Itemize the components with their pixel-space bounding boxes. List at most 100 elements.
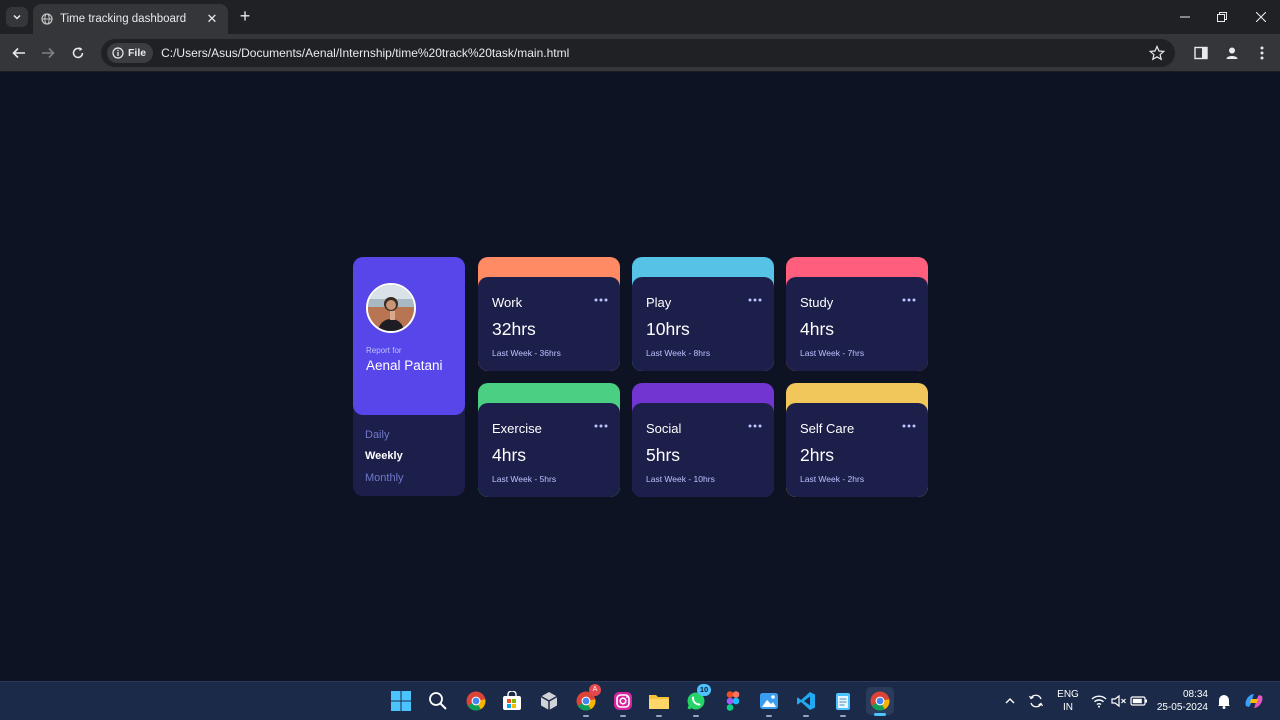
more-horizontal-icon[interactable] — [594, 298, 608, 302]
wifi-status[interactable] — [1088, 690, 1110, 712]
activity-card-study: Study 4hrs Last Week - 7hrs — [786, 257, 928, 371]
period-daily[interactable]: Daily — [365, 429, 389, 441]
sync-tray-button[interactable] — [1025, 690, 1047, 712]
card-title: Self Care — [800, 421, 855, 436]
minimize-button[interactable] — [1176, 8, 1194, 26]
whatsapp-app[interactable]: 10 — [685, 684, 711, 717]
card-title: Exercise — [492, 421, 542, 436]
card-body: Study 4hrs Last Week - 7hrs — [786, 277, 928, 371]
folder-icon — [649, 695, 669, 709]
address-bar[interactable]: File C:/Users/Asus/Documents/Aenal/Inter… — [101, 39, 1175, 67]
running-indicator — [766, 715, 772, 717]
reload-button[interactable] — [68, 43, 88, 63]
restore-icon — [1217, 12, 1227, 22]
more-horizontal-icon[interactable] — [748, 298, 762, 302]
card-body: Play 10hrs Last Week - 8hrs — [632, 277, 774, 371]
more-vertical-icon — [1260, 46, 1264, 60]
show-hidden-icons-button[interactable] — [999, 690, 1021, 712]
window-close-button[interactable] — [1252, 8, 1270, 26]
start-button[interactable] — [390, 690, 412, 712]
more-horizontal-icon[interactable] — [902, 424, 916, 428]
running-indicator — [840, 715, 846, 717]
activity-card-self-care: Self Care 2hrs Last Week - 2hrs — [786, 383, 928, 497]
page-viewport: Report for Aenal Patani Daily Weekly Mon… — [0, 73, 1280, 681]
vscode-app[interactable] — [795, 690, 817, 717]
card-body: Exercise 4hrs Last Week - 5hrs — [478, 403, 620, 497]
chrome-active-app[interactable] — [866, 687, 894, 716]
windows-taskbar: A 10 ENG IN 08:34 25-05-2024 — [0, 681, 1280, 720]
tab-title: Time tracking dashboard — [60, 13, 187, 25]
card-last-week: Last Week - 10hrs — [646, 474, 715, 484]
battery-status[interactable] — [1128, 690, 1150, 712]
image-icon — [760, 693, 778, 709]
input-language-indicator[interactable]: ENG IN — [1056, 688, 1080, 714]
wifi-icon — [1091, 695, 1107, 708]
period-monthly[interactable]: Monthly — [365, 472, 404, 484]
notepad-app[interactable] — [832, 690, 854, 717]
card-title: Play — [646, 295, 672, 310]
file-explorer-app[interactable] — [648, 690, 670, 717]
more-horizontal-icon[interactable] — [748, 424, 762, 428]
bell-icon — [1218, 695, 1230, 709]
more-horizontal-icon[interactable] — [902, 298, 916, 302]
notifications-button[interactable] — [1213, 690, 1235, 712]
copilot-button[interactable] — [1243, 690, 1265, 712]
forward-button[interactable] — [38, 43, 58, 63]
search-button[interactable] — [427, 690, 449, 712]
clock-time: 08:34 — [1182, 689, 1208, 700]
region-code: IN — [1063, 702, 1073, 713]
chrome-icon — [870, 691, 890, 711]
card-body: Work 32hrs Last Week - 36hrs — [478, 277, 620, 371]
clock-date: 25-05-2024 — [1156, 702, 1208, 713]
browser-menu-button[interactable] — [1253, 44, 1271, 62]
photos-app[interactable] — [758, 690, 780, 717]
avatar-photo-icon — [368, 285, 414, 331]
back-button[interactable] — [9, 43, 29, 63]
report-for-label: Report for — [366, 346, 402, 355]
unity-app[interactable] — [538, 690, 560, 712]
volume-status[interactable] — [1108, 690, 1130, 712]
running-indicator — [803, 715, 809, 717]
card-title: Work — [492, 295, 523, 310]
instagram-app[interactable] — [612, 690, 634, 717]
arrow-left-icon — [12, 47, 25, 59]
browser-tab-bar: Time tracking dashboard ✕ + — [0, 0, 1280, 34]
tab-close-button[interactable]: ✕ — [204, 11, 220, 27]
notepad-icon — [836, 693, 850, 710]
site-info-chip[interactable]: File — [107, 43, 154, 63]
period-weekly[interactable]: Weekly — [365, 450, 403, 462]
card-hours: 4hrs — [800, 319, 835, 339]
running-indicator — [620, 715, 626, 717]
card-hours: 10hrs — [646, 319, 690, 339]
side-panel-button[interactable] — [1192, 44, 1210, 62]
taskbar-clock[interactable]: 08:34 25-05-2024 — [1157, 688, 1208, 714]
figma-app[interactable] — [722, 690, 744, 712]
card-title: Study — [800, 295, 834, 310]
card-last-week: Last Week - 7hrs — [800, 348, 865, 358]
restore-button[interactable] — [1213, 8, 1231, 26]
info-icon — [112, 47, 124, 59]
more-horizontal-icon[interactable] — [594, 424, 608, 428]
chrome-profile-badge: A — [589, 684, 601, 696]
close-icon — [1256, 12, 1266, 22]
new-tab-button[interactable]: + — [235, 6, 255, 26]
chrome-app[interactable] — [465, 690, 487, 712]
tab-search-button[interactable] — [6, 7, 28, 27]
activity-card-work: Work 32hrs Last Week - 36hrs — [478, 257, 620, 371]
battery-icon — [1130, 696, 1147, 706]
browser-toolbar: File C:/Users/Asus/Documents/Aenal/Inter… — [0, 34, 1280, 72]
card-last-week: Last Week - 36hrs — [492, 348, 561, 358]
active-indicator — [874, 713, 886, 716]
language-code: ENG — [1057, 689, 1079, 700]
bookmark-star-icon[interactable] — [1149, 45, 1165, 61]
running-indicator — [656, 715, 662, 717]
reload-icon — [72, 47, 84, 59]
profile-button[interactable] — [1223, 44, 1241, 62]
card-hours: 5hrs — [646, 445, 681, 465]
avatar — [366, 283, 416, 333]
microsoft-store-app[interactable] — [501, 690, 523, 712]
arrow-right-icon — [42, 47, 55, 59]
chrome-profile-app[interactable]: A — [575, 684, 601, 717]
browser-tab[interactable]: Time tracking dashboard ✕ — [33, 4, 228, 34]
profile-header: Report for Aenal Patani — [353, 257, 465, 415]
